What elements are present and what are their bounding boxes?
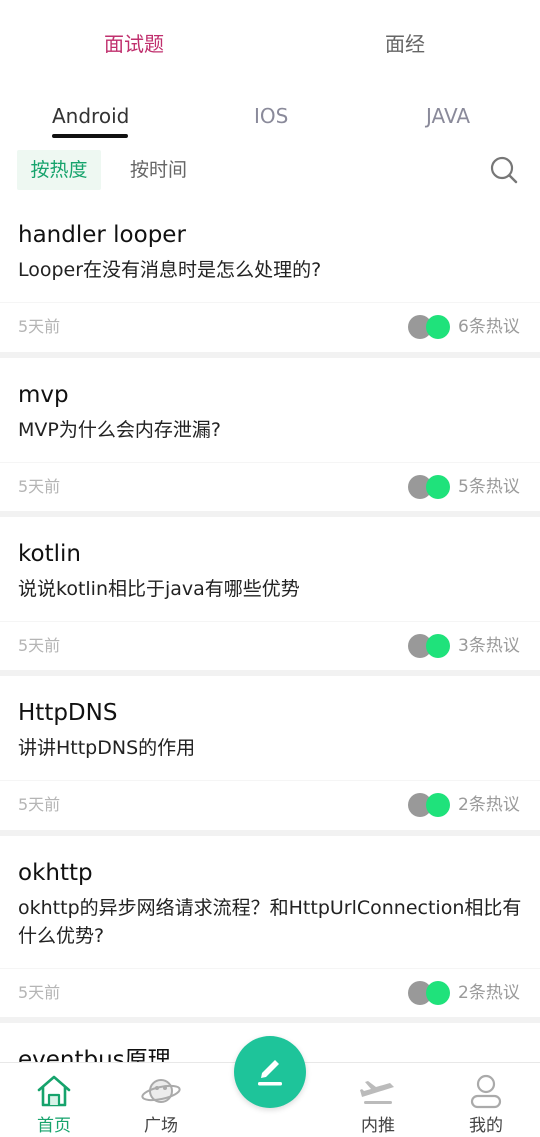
- comment-count: 5条热议: [458, 477, 520, 497]
- home-icon: [37, 1075, 71, 1107]
- divider: [0, 968, 540, 969]
- compose-button[interactable]: [234, 1036, 306, 1108]
- nav-label: 广场: [144, 1116, 178, 1136]
- item-title: kotlin: [18, 541, 81, 567]
- heat-dot-green-icon: [426, 634, 450, 658]
- top-tab-bar: 面试题 面经: [0, 0, 540, 88]
- comment-count: 6条热议: [458, 317, 520, 337]
- comment-count: 3条热议: [458, 636, 520, 656]
- tab-android[interactable]: Android: [52, 102, 129, 130]
- item-desc: MVP为什么会内存泄漏?: [18, 419, 221, 441]
- list-item[interactable]: HttpDNS 讲讲HttpDNS的作用 5天前 2条热议: [0, 676, 540, 836]
- edit-icon: [258, 1060, 282, 1086]
- heat-dot-green-icon: [426, 315, 450, 339]
- item-time: 5天前: [18, 317, 61, 336]
- divider: [0, 780, 540, 781]
- list-item[interactable]: okhttp okhttp的异步网络请求流程？和HttpUrlConnectio…: [0, 836, 540, 1023]
- heat-indicator: 3条热议: [408, 633, 528, 659]
- nav-label: 内推: [361, 1116, 395, 1136]
- tab-interview-questions[interactable]: 面试题: [104, 30, 164, 58]
- list-item[interactable]: kotlin 说说kotlin相比于java有哪些优势 5天前 3条热议: [0, 517, 540, 676]
- nav-square[interactable]: 广场: [121, 1063, 201, 1137]
- heat-dot-green-icon: [426, 475, 450, 499]
- active-tab-indicator: [52, 134, 128, 138]
- heat-indicator: 5条热议: [408, 474, 528, 500]
- comment-count: 2条热议: [458, 983, 520, 1003]
- item-title: mvp: [18, 382, 69, 408]
- item-desc: Looper在没有消息时是怎么处理的?: [18, 259, 322, 281]
- item-desc: 讲讲HttpDNS的作用: [18, 737, 196, 759]
- divider: [0, 462, 540, 463]
- tab-ios[interactable]: IOS: [254, 102, 288, 130]
- list-item[interactable]: handler looper Looper在没有消息时是怎么处理的? 5天前 6…: [0, 198, 540, 358]
- category-tab-bar: Android IOS JAVA: [0, 100, 540, 144]
- item-desc: okhttp的异步网络请求流程？和HttpUrlConnection相比有什么优…: [18, 897, 522, 947]
- tab-interview-experience[interactable]: 面经: [385, 30, 425, 58]
- nav-referral[interactable]: 内推: [338, 1063, 418, 1137]
- nav-mine[interactable]: 我的: [446, 1063, 526, 1137]
- heat-dot-green-icon: [426, 793, 450, 817]
- search-icon: [490, 156, 518, 184]
- item-title: eventbus原理: [18, 1047, 171, 1062]
- comment-count: 2条热议: [458, 795, 520, 815]
- nav-label: 我的: [469, 1116, 503, 1136]
- heat-dot-green-icon: [426, 981, 450, 1005]
- nav-home[interactable]: 首页: [14, 1063, 94, 1137]
- planet-icon: [141, 1079, 181, 1103]
- heat-indicator: 6条热议: [408, 314, 528, 340]
- nav-label: 首页: [37, 1116, 71, 1136]
- item-title: HttpDNS: [18, 700, 118, 726]
- item-time: 5天前: [18, 983, 61, 1002]
- user-icon: [470, 1074, 502, 1109]
- divider: [0, 621, 540, 622]
- airplane-icon: [360, 1081, 394, 1104]
- item-desc: 说说kotlin相比于java有哪些优势: [18, 578, 300, 600]
- tab-java[interactable]: JAVA: [426, 102, 470, 130]
- heat-indicator: 2条热议: [408, 792, 528, 818]
- item-time: 5天前: [18, 636, 61, 655]
- list-item[interactable]: mvp MVP为什么会内存泄漏? 5天前 5条热议: [0, 358, 540, 517]
- item-title: handler looper: [18, 222, 186, 248]
- heat-indicator: 2条热议: [408, 980, 528, 1006]
- sort-bar: 按热度 按时间: [0, 150, 540, 194]
- question-list: handler looper Looper在没有消息时是怎么处理的? 5天前 6…: [0, 198, 540, 1062]
- sort-by-time-button[interactable]: 按时间: [130, 150, 187, 190]
- item-time: 5天前: [18, 477, 61, 496]
- item-title: okhttp: [18, 860, 93, 886]
- item-time: 5天前: [18, 795, 61, 814]
- divider: [0, 302, 540, 303]
- search-button[interactable]: [488, 154, 520, 186]
- sort-by-hot-button[interactable]: 按热度: [17, 150, 101, 190]
